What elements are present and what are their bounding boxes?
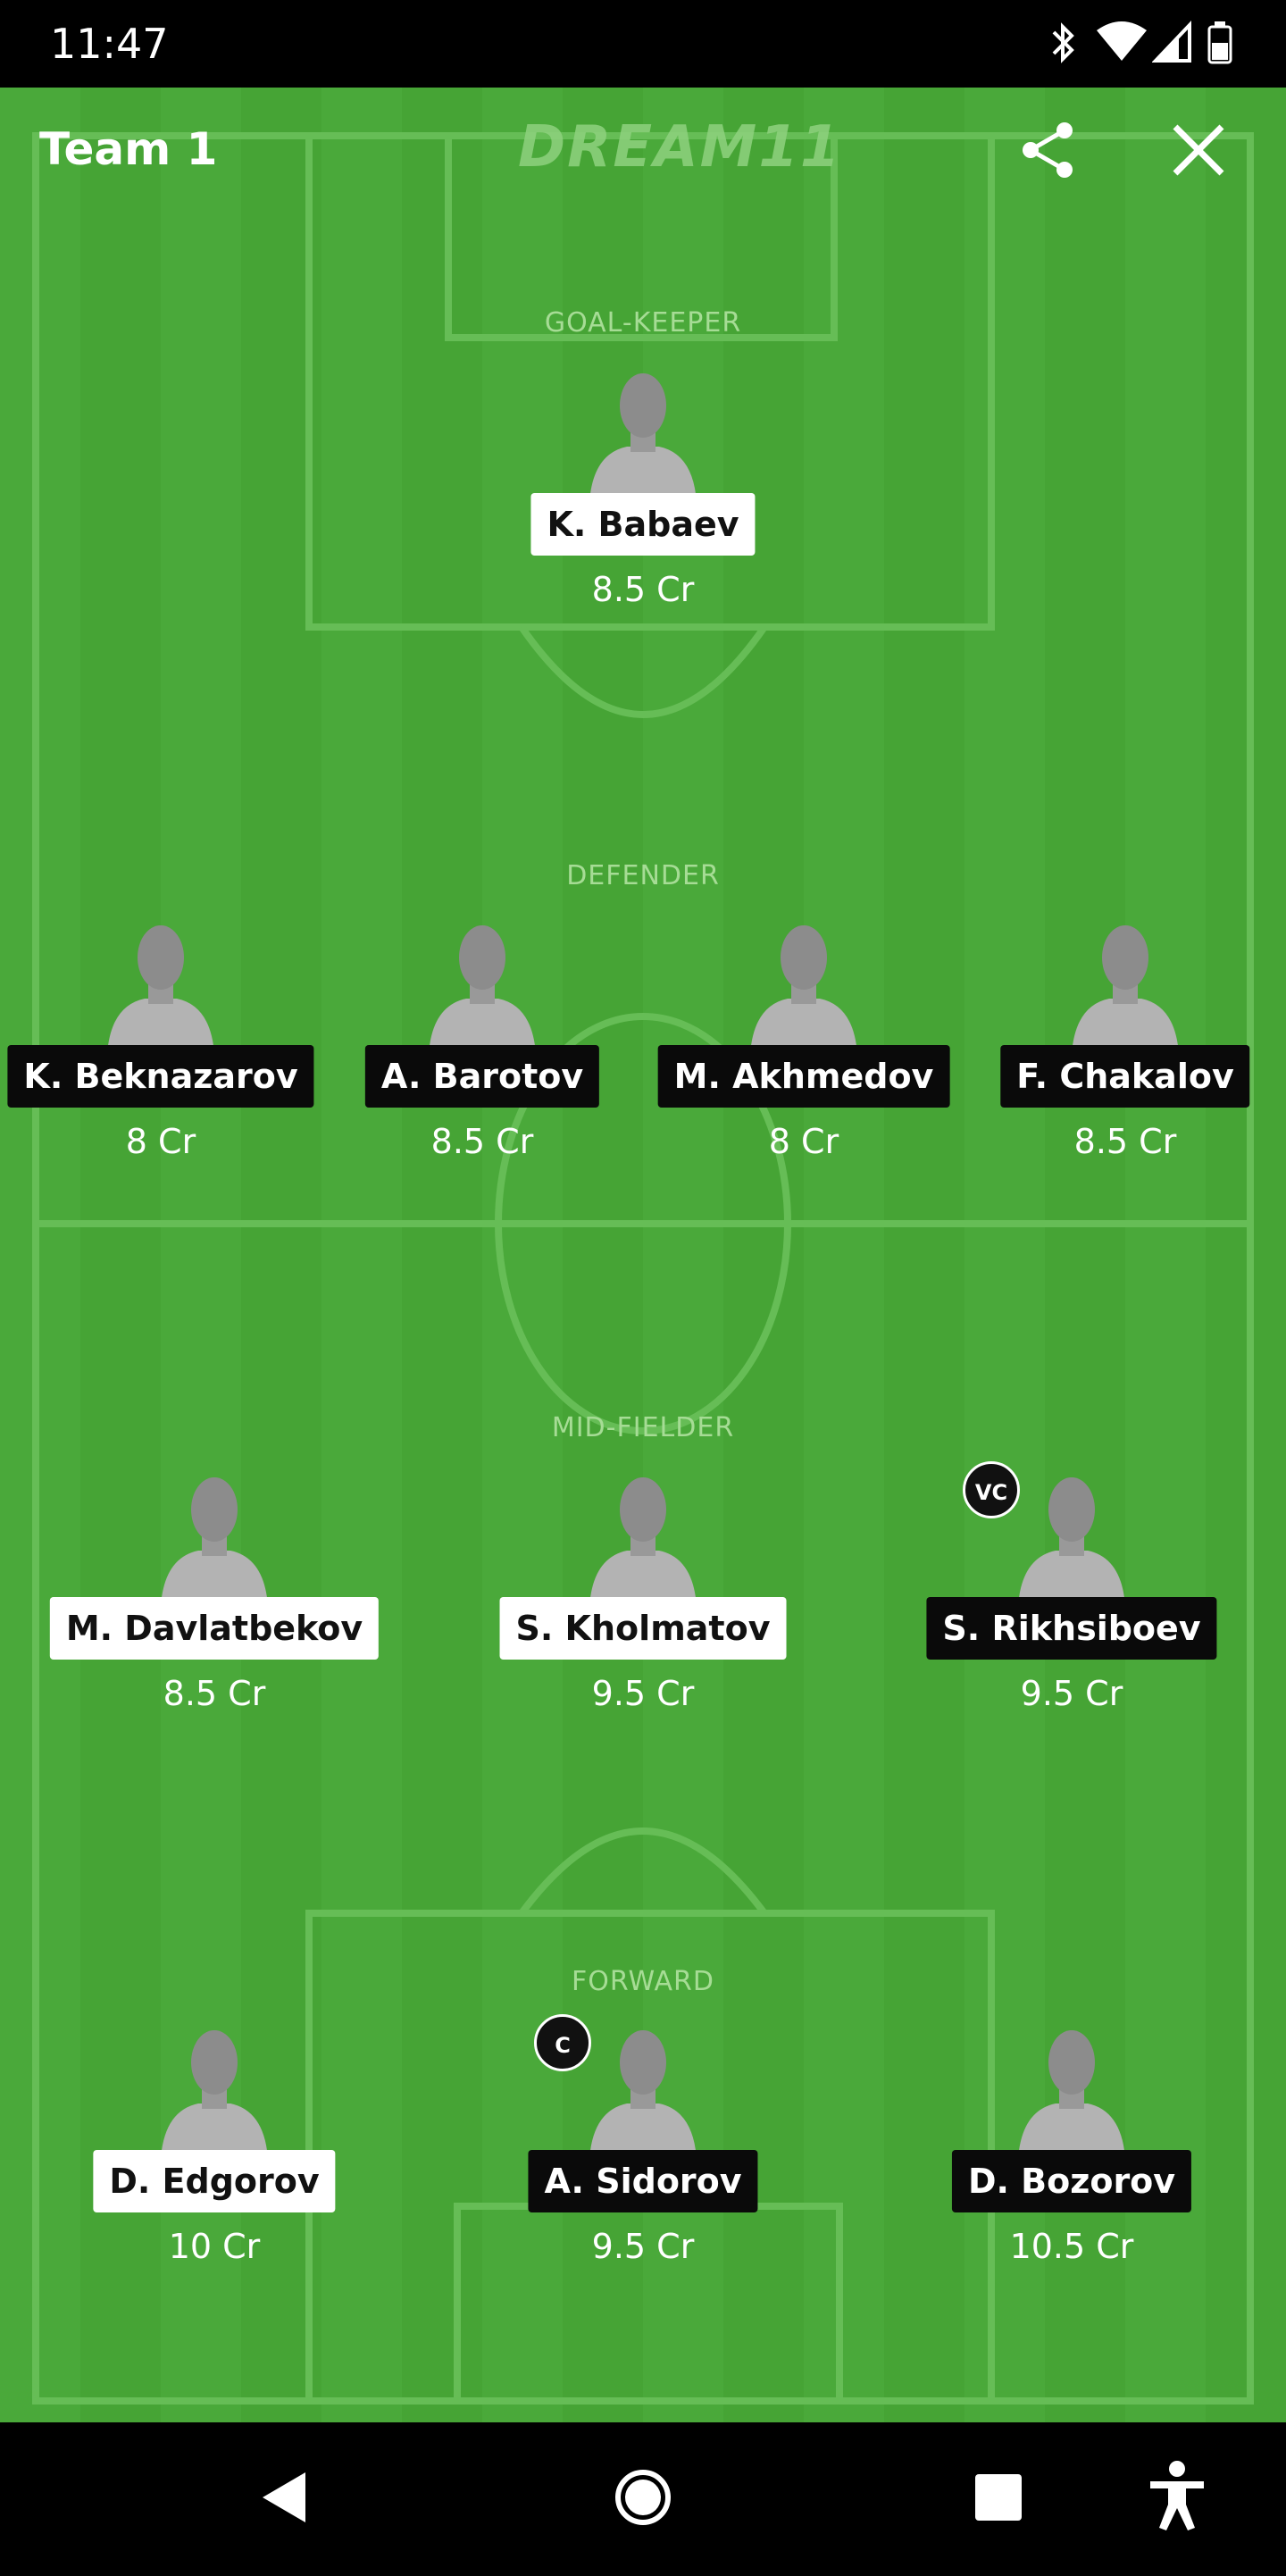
player-avatar-icon [1018, 1477, 1125, 1606]
player-credits: 8.5 Cr [163, 1674, 266, 1713]
section-label-defender: DEFENDER [566, 860, 720, 891]
section-label-forward: FORWARD [572, 1966, 714, 1997]
player-card[interactable]: S. Kholmatov 9.5 Cr [482, 1472, 804, 1740]
bluetooth-icon [1052, 22, 1074, 63]
player-credits: 8 Cr [125, 1122, 196, 1161]
back-button[interactable] [230, 2422, 338, 2572]
player-card[interactable]: D. Bozorov 10.5 Cr [911, 2025, 1232, 2293]
player-card[interactable]: A. Barotov 8.5 Cr [322, 920, 643, 1188]
player-avatar-icon [589, 373, 697, 502]
player-name: F. Chakalov [1000, 1045, 1250, 1108]
status-time: 11:47 [50, 20, 169, 68]
share-button[interactable] [1018, 120, 1079, 180]
player-credits: 8.5 Cr [430, 1122, 534, 1161]
player-credits: 10 Cr [168, 2227, 261, 2266]
section-label-midfielder: MID-FIELDER [551, 1412, 735, 1443]
player-credits: 8.5 Cr [591, 570, 695, 609]
captain-badge: C [534, 2014, 591, 2071]
accessibility-button[interactable] [1123, 2422, 1231, 2572]
accessibility-icon [1150, 2461, 1204, 2530]
player-name: S. Rikhsiboev [926, 1597, 1217, 1660]
home-button[interactable] [589, 2422, 697, 2572]
player-name: K. Babaev [530, 493, 756, 556]
back-triangle-icon [263, 2472, 305, 2522]
player-credits: 8.5 Cr [1073, 1122, 1177, 1161]
recents-square-icon [975, 2474, 1022, 2521]
player-name: A. Barotov [364, 1045, 600, 1108]
share-icon [1023, 122, 1073, 178]
player-card[interactable]: A. Sidorov 9.5 Cr C [482, 2014, 804, 2293]
player-name: D. Edgorov [93, 2150, 336, 2212]
player-credits: 9.5 Cr [591, 1674, 695, 1713]
player-avatar-icon [1072, 925, 1179, 1054]
section-label-goalkeeper: GOAL-KEEPER [544, 307, 742, 339]
player-avatar-icon [750, 925, 857, 1054]
player-avatar-icon [107, 925, 214, 1054]
player-card[interactable]: D. Edgorov 10 Cr [54, 2025, 375, 2293]
cell-signal-icon [1152, 20, 1191, 63]
team-preview-header: Team 1 DREAM11 [0, 88, 1286, 213]
player-card[interactable]: S. Rikhsiboev 9.5 Cr VC [911, 1461, 1232, 1740]
player-credits: 8 Cr [768, 1122, 839, 1161]
player-credits: 9.5 Cr [591, 2227, 695, 2266]
team-title: Team 1 [39, 123, 218, 175]
vice-captain-badge: VC [963, 1461, 1020, 1518]
wifi-icon [1097, 21, 1147, 61]
player-name: M. Davlatbekov [49, 1597, 380, 1660]
player-avatar-icon [1018, 2030, 1125, 2159]
player-avatar-icon [161, 2030, 268, 2159]
player-card[interactable]: F. Chakalov 8.5 Cr [964, 920, 1286, 1188]
player-card[interactable]: M. Akhmedov 8 Cr [643, 920, 964, 1188]
close-icon [1173, 124, 1224, 176]
player-name: K. Beknazarov [7, 1045, 314, 1108]
close-button[interactable] [1166, 118, 1231, 182]
home-circle-icon [615, 2470, 671, 2525]
player-name: M. Akhmedov [657, 1045, 950, 1108]
brand-logo: DREAM11 [518, 114, 842, 180]
player-credits: 10.5 Cr [1009, 2227, 1134, 2266]
player-avatar-icon [589, 1477, 697, 1606]
player-card[interactable]: K. Babaev 8.5 Cr [482, 368, 804, 636]
system-nav-bar [0, 2422, 1286, 2572]
player-card[interactable]: M. Davlatbekov 8.5 Cr [49, 1472, 380, 1740]
player-name: D. Bozorov [951, 2150, 1192, 2212]
battery-icon [1207, 21, 1232, 64]
player-avatar-icon [161, 1477, 268, 1606]
player-avatar-icon [429, 925, 536, 1054]
player-name: A. Sidorov [528, 2150, 758, 2212]
recents-button[interactable] [945, 2422, 1052, 2572]
player-card[interactable]: K. Beknazarov 8 Cr [0, 920, 322, 1188]
player-avatar-icon [589, 2030, 697, 2159]
status-bar: 11:47 [0, 0, 1286, 88]
player-credits: 9.5 Cr [1020, 1674, 1123, 1713]
player-name: S. Kholmatov [499, 1597, 787, 1660]
